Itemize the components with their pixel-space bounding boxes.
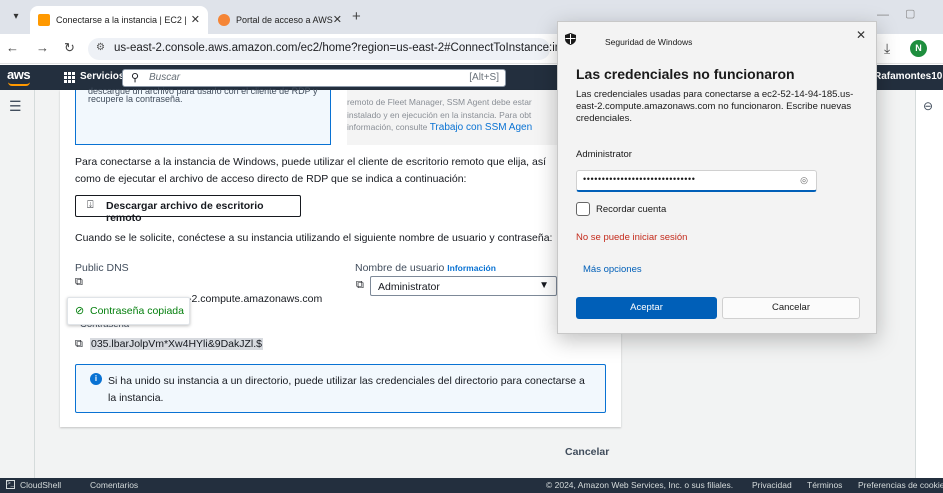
comments-link[interactable]: Comentarios: [90, 480, 138, 490]
tab-search-icon[interactable]: ▾: [8, 9, 24, 25]
account-menu[interactable]: Rafamontes10 ▾: [874, 71, 943, 82]
ssm-agent-link[interactable]: Trabajo con SSM Agen: [430, 122, 532, 133]
search-shortcut: [Alt+S]: [469, 72, 499, 83]
toast-text: Contraseña copiada: [90, 305, 184, 317]
search-placeholder: Buscar: [149, 72, 181, 83]
username-label-text: Nombre de usuario: [355, 262, 445, 274]
option-text: recupere la contraseña.: [88, 94, 183, 104]
maximize-icon[interactable]: ▢: [905, 7, 915, 20]
cancel-button[interactable]: Cancelar: [565, 446, 609, 458]
username-info-link[interactable]: Información: [447, 263, 496, 273]
dialog-cancel-button[interactable]: Cancelar: [722, 297, 860, 319]
tab-aws-portal[interactable]: Portal de acceso a AWS ✕: [210, 6, 350, 34]
shield-icon: [565, 33, 576, 45]
back-icon[interactable]: ←: [6, 40, 19, 55]
aws-logo[interactable]: aws: [7, 67, 31, 82]
copy-password-icon[interactable]: ⧉: [75, 338, 83, 351]
public-dns-value: -2.compute.amazonaws.com: [188, 293, 323, 305]
forward-icon[interactable]: →: [36, 40, 49, 55]
menu-icon[interactable]: ☰: [9, 98, 22, 115]
fleet-manager-option: remoto de Fleet Manager, SSM Agent debe …: [347, 90, 557, 145]
option-line: remoto de Fleet Manager, SSM Agent debe …: [347, 97, 532, 107]
caret-down-icon: ▼: [539, 280, 549, 291]
dialog-caption: Seguridad de Windows: [605, 37, 693, 47]
credentials-instructions: Cuando se le solicite, conéctese a su in…: [75, 232, 553, 244]
remember-account-label[interactable]: Recordar cuenta: [596, 204, 666, 215]
search-icon: ⚲: [131, 72, 140, 84]
info-icon: i: [90, 373, 102, 385]
cloudshell-icon[interactable]: >_: [6, 480, 15, 489]
services-grid-icon[interactable]: [64, 72, 75, 83]
tab-title: Portal de acceso a AWS: [236, 15, 333, 25]
privacy-link[interactable]: Privacidad: [752, 480, 792, 490]
cookie-preferences-link[interactable]: Preferencias de cookie: [858, 480, 943, 490]
rdp-instructions: Para conectarse a la instancia de Window…: [75, 156, 546, 185]
aws-portal-favicon-icon: [218, 14, 230, 26]
close-icon[interactable]: ✕: [856, 28, 866, 42]
directory-info-alert: i Si ha unido su instancia a un director…: [75, 364, 606, 413]
alert-text: Si ha unido su instancia a un directorio…: [108, 375, 585, 404]
remember-account-checkbox[interactable]: [576, 202, 590, 216]
services-menu[interactable]: Servicios: [80, 71, 124, 82]
windows-security-dialog: Seguridad de Windows ✕ Las credenciales …: [557, 21, 877, 334]
dialog-username: Administrator: [576, 149, 632, 160]
minimize-icon[interactable]: —: [877, 7, 889, 21]
left-nav-divider: [34, 90, 35, 478]
reload-icon[interactable]: ↻: [64, 40, 75, 56]
dialog-description: Las credenciales usadas para conectarse …: [576, 89, 854, 124]
download-rdp-label: Descargar archivo de escritorio remoto: [106, 200, 264, 224]
password-value[interactable]: 035.lbarJolpVm*Xw4HYli&9DakJZl.$: [90, 338, 263, 350]
profile-avatar[interactable]: N: [910, 40, 927, 57]
option-line: información, consulte Trabajo con SSM Ag…: [347, 122, 532, 133]
public-dns-label: Public DNS: [75, 262, 129, 274]
aws-smile-icon: [8, 82, 30, 86]
password-mask: ••••••••••••••••••••••••••••••: [583, 174, 696, 184]
tab-ec2-connect[interactable]: Conectarse a la instancia | EC2 | ✕: [30, 6, 208, 34]
aws-favicon-icon: [38, 14, 50, 26]
console-search-input[interactable]: ⚲ Buscar [Alt+S]: [122, 69, 506, 87]
copy-username-icon[interactable]: ⧉: [356, 279, 364, 292]
rdp-client-option[interactable]: descargue un archivo para usarlo con el …: [75, 86, 331, 145]
check-circle-icon: ⊘: [75, 305, 85, 317]
tab-title: Conectarse a la instancia | EC2 |: [56, 15, 187, 25]
more-options-link[interactable]: Más opciones: [583, 264, 642, 275]
reveal-password-icon[interactable]: ◎: [800, 175, 808, 186]
new-tab-button[interactable]: +: [352, 8, 361, 25]
copyright: © 2024, Amazon Web Services, Inc. o sus …: [546, 480, 734, 490]
settings-icon[interactable]: ⊖: [923, 99, 933, 113]
copy-dns-icon[interactable]: ⧉: [75, 276, 83, 289]
login-error-text: No se puede iniciar sesión: [576, 232, 688, 243]
download-icon[interactable]: ⤓: [884, 40, 890, 57]
cloudshell-link[interactable]: CloudShell: [20, 480, 61, 490]
username-label: Nombre de usuario Información: [355, 262, 496, 274]
right-tools-panel: ⊖: [915, 90, 943, 478]
username-select[interactable]: Administrator ▼: [370, 276, 557, 296]
dialog-title: Las credenciales no funcionaron: [576, 66, 795, 82]
username-select-value: Administrator: [378, 281, 440, 293]
option-line-prefix: información, consulte: [347, 122, 430, 132]
tab-close-icon[interactable]: ✕: [333, 6, 342, 34]
site-settings-icon[interactable]: ⚙: [96, 42, 105, 53]
option-line: instalado y en ejecución en la instancia…: [347, 110, 532, 120]
download-file-icon: ⍗: [87, 199, 94, 211]
download-rdp-button[interactable]: ⍗ Descargar archivo de escritorio remoto: [75, 195, 301, 224]
console-footer: >_ CloudShell Comentarios © 2024, Amazon…: [0, 478, 943, 493]
copied-toast: ⊘ Contraseña copiada: [67, 297, 190, 325]
terms-link[interactable]: Términos: [807, 480, 842, 490]
tab-close-icon[interactable]: ✕: [191, 6, 200, 34]
accept-button[interactable]: Aceptar: [576, 297, 717, 319]
url-input[interactable]: ⚙ us-east-2.console.aws.amazon.com/ec2/h…: [88, 38, 639, 60]
password-field[interactable]: •••••••••••••••••••••••••••••• ◎: [576, 170, 817, 192]
